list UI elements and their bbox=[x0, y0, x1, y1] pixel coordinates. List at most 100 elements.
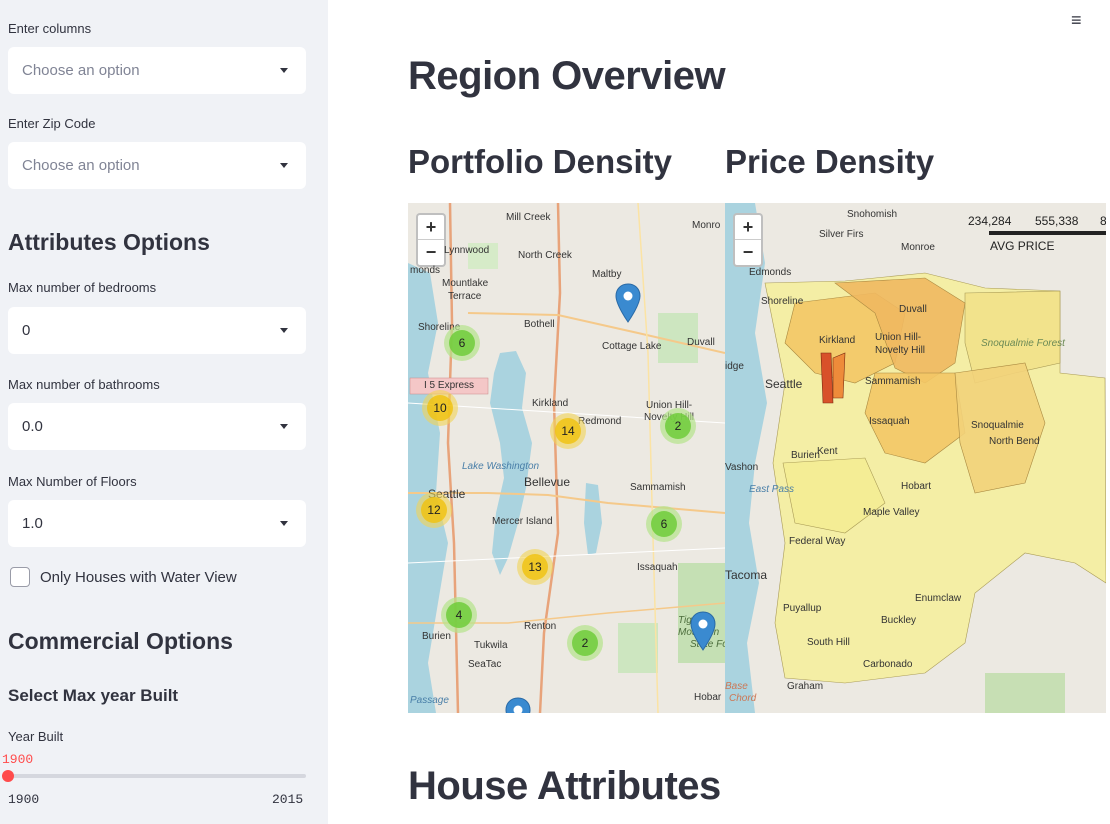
map-label-north-bend: North Bend bbox=[989, 436, 1040, 447]
cluster-count: 12 bbox=[421, 497, 447, 523]
zip-label: Enter Zip Code bbox=[8, 116, 96, 131]
map-label-carbonado: Carbonado bbox=[863, 659, 913, 670]
year-slider-track[interactable] bbox=[8, 774, 306, 778]
map-label-buckley: Buckley bbox=[881, 615, 917, 626]
bathrooms-select[interactable]: 0.0 bbox=[8, 403, 306, 450]
map-label-puyallup: Puyallup bbox=[783, 603, 822, 614]
columns-select[interactable]: Choose an option bbox=[8, 47, 306, 94]
bedrooms-value: 0 bbox=[22, 322, 31, 339]
floors-label: Max Number of Floors bbox=[8, 474, 137, 489]
page-title: Region Overview bbox=[408, 54, 726, 98]
map-label-monds: monds bbox=[410, 265, 441, 276]
bathrooms-value: 0.0 bbox=[22, 418, 43, 435]
map-label-novelty-hill: Novelty Hill bbox=[875, 345, 926, 356]
map-label-enumclaw: Enumclaw bbox=[915, 593, 962, 604]
legend-tick: 555,338 bbox=[1035, 214, 1079, 228]
map-label-passage: Passage bbox=[410, 695, 449, 706]
price-density-map[interactable]: + − 234,284 555,338 8 AVG PRICE Snohomis… bbox=[725, 203, 1106, 713]
map-label-shoreline: Shoreline bbox=[761, 296, 804, 307]
map-label-seatac: SeaTac bbox=[468, 659, 502, 670]
map-label-snoqualmie: Snoqualmie bbox=[971, 420, 1024, 431]
map-label-burien: Burien bbox=[791, 450, 820, 461]
cluster-marker[interactable]: 6 bbox=[646, 506, 682, 542]
zip-placeholder: Choose an option bbox=[22, 157, 140, 174]
waterview-checkbox[interactable] bbox=[10, 567, 30, 587]
portfolio-density-map[interactable]: + − Mill Creek Lynnwood North Creek Malt… bbox=[408, 203, 725, 713]
zoom-in-button[interactable]: + bbox=[418, 215, 444, 240]
map-label-federal-way: Federal Way bbox=[789, 536, 846, 547]
bedrooms-select[interactable]: 0 bbox=[8, 307, 306, 354]
zoom-out-button[interactable]: − bbox=[418, 240, 444, 265]
chevron-down-icon bbox=[280, 163, 288, 168]
map-label-monroe: Monroe bbox=[901, 242, 935, 253]
legend-tick: 234,284 bbox=[968, 214, 1012, 228]
waterview-label[interactable]: Only Houses with Water View bbox=[40, 569, 237, 586]
price-choropleth bbox=[725, 203, 1106, 713]
map-label-maltby: Maltby bbox=[592, 269, 622, 280]
cluster-count: 4 bbox=[446, 602, 472, 628]
cluster-marker[interactable]: 10 bbox=[422, 390, 458, 426]
map-label-silver-firs: Silver Firs bbox=[819, 229, 864, 240]
cluster-count: 14 bbox=[555, 418, 581, 444]
map-label-graham: Graham bbox=[787, 681, 824, 692]
columns-placeholder: Choose an option bbox=[22, 62, 140, 79]
zoom-in-button[interactable]: + bbox=[735, 215, 761, 240]
legend-tick: 8 bbox=[1100, 214, 1106, 228]
map-label-kirkland: Kirkland bbox=[819, 335, 856, 346]
price-zoom-control[interactable]: + − bbox=[733, 213, 763, 267]
map-label-renton: Renton bbox=[524, 621, 557, 632]
map-label-duvall: Duvall bbox=[687, 337, 715, 348]
map-label-i5-express: I 5 Express bbox=[424, 380, 475, 391]
map-label-edmonds: Edmonds bbox=[749, 267, 792, 278]
commercial-heading: Commercial Options bbox=[8, 628, 233, 654]
map-label-kirkland: Kirkland bbox=[532, 398, 569, 409]
attributes-heading: Attributes Options bbox=[8, 229, 210, 255]
map-pin-icon[interactable] bbox=[505, 697, 531, 713]
chevron-down-icon bbox=[280, 521, 288, 526]
sidebar: Enter columns Choose an option Enter Zip… bbox=[0, 0, 328, 824]
cluster-marker[interactable]: 6 bbox=[444, 325, 480, 361]
map-label-duvall: Duvall bbox=[899, 304, 927, 315]
map-label-south-hill: South Hill bbox=[807, 637, 850, 648]
map-label-issaquah: Issaquah bbox=[869, 416, 910, 427]
map-label-maple-valley: Maple Valley bbox=[863, 507, 920, 518]
map-label-sammamish: Sammamish bbox=[630, 482, 686, 493]
cluster-marker[interactable]: 4 bbox=[441, 597, 477, 633]
cluster-count: 10 bbox=[427, 395, 453, 421]
map-label-terrace: Terrace bbox=[448, 291, 482, 302]
cluster-count: 13 bbox=[522, 554, 548, 580]
menu-icon[interactable]: ≡ bbox=[1071, 10, 1082, 31]
map-label-mill-creek: Mill Creek bbox=[506, 212, 551, 223]
map-label-hobart: Hobart bbox=[901, 481, 932, 492]
map-pin-icon[interactable] bbox=[615, 283, 641, 323]
map-label-bothell: Bothell bbox=[524, 319, 555, 330]
house-attributes-heading: House Attributes bbox=[408, 764, 721, 808]
cluster-marker[interactable]: 14 bbox=[550, 413, 586, 449]
chevron-down-icon bbox=[280, 328, 288, 333]
price-legend-bar bbox=[989, 231, 1106, 235]
year-slider-value: 1900 bbox=[2, 752, 34, 767]
map-label-east-pass: East Pass bbox=[749, 484, 795, 495]
map-label-bellevue: Bellevue bbox=[524, 475, 571, 489]
cluster-count: 2 bbox=[572, 630, 598, 656]
year-heading: Select Max year Built bbox=[8, 686, 179, 705]
year-slider-thumb[interactable] bbox=[2, 770, 14, 782]
map-label-snoqualmie-forest: Snoqualmie Forest bbox=[981, 338, 1065, 349]
bathrooms-label: Max number of bathrooms bbox=[8, 377, 160, 392]
map-label-tukwila: Tukwila bbox=[474, 640, 508, 651]
zip-select[interactable]: Choose an option bbox=[8, 142, 306, 189]
map-label-monro: Monro bbox=[692, 220, 721, 231]
map-label-chord: Chord bbox=[729, 693, 757, 704]
portfolio-zoom-control[interactable]: + − bbox=[416, 213, 446, 267]
map-pin-icon[interactable] bbox=[690, 611, 716, 651]
cluster-marker[interactable]: 13 bbox=[517, 549, 553, 585]
cluster-marker[interactable]: 12 bbox=[416, 492, 452, 528]
zoom-out-button[interactable]: − bbox=[735, 240, 761, 265]
map-label-hobar: Hobar bbox=[694, 692, 722, 703]
cluster-marker[interactable]: 2 bbox=[567, 625, 603, 661]
map-label-lake-washington: Lake Washington bbox=[462, 461, 540, 472]
bedrooms-label: Max number of bedrooms bbox=[8, 280, 157, 295]
cluster-marker[interactable]: 2 bbox=[660, 408, 696, 444]
floors-select[interactable]: 1.0 bbox=[8, 500, 306, 547]
map-label-tacoma: Tacoma bbox=[725, 568, 768, 582]
